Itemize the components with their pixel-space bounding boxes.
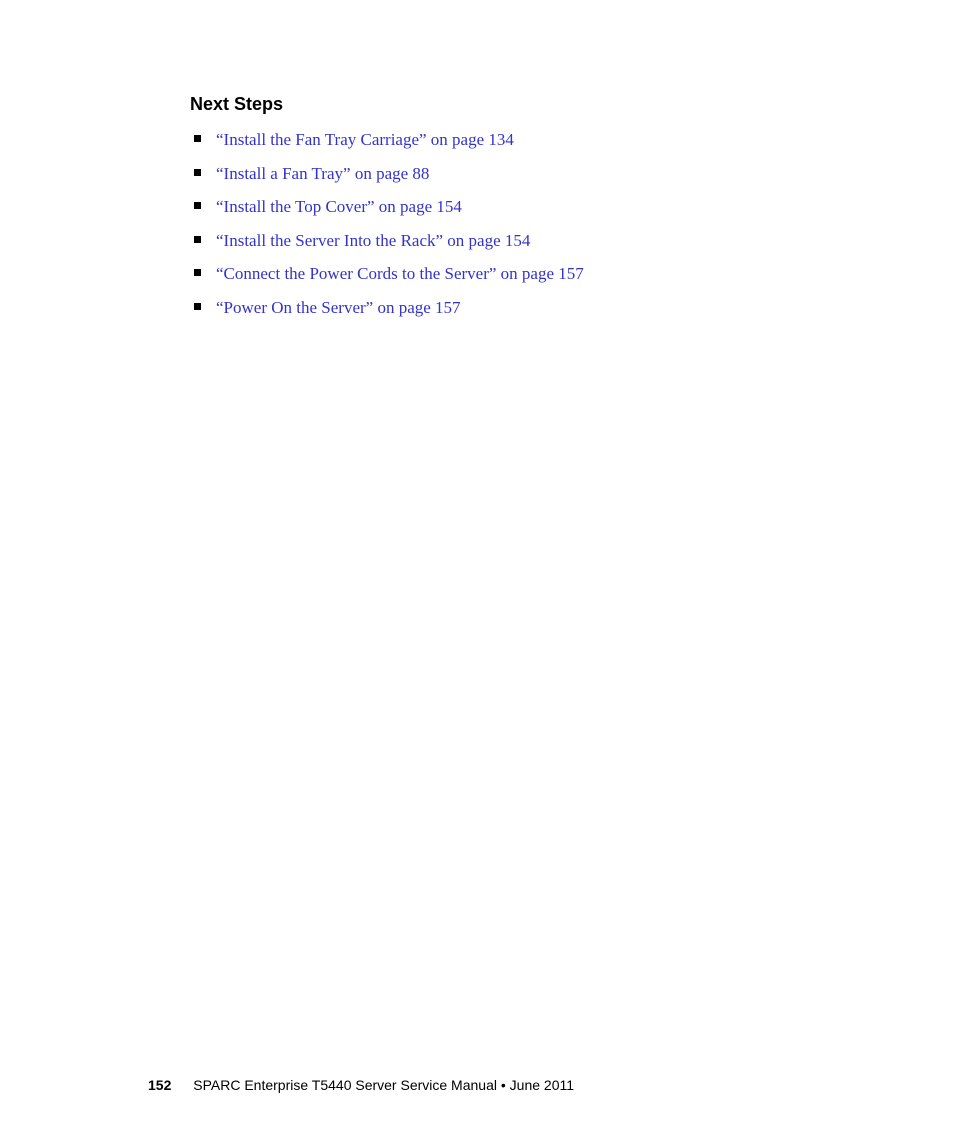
- next-steps-heading: Next Steps: [190, 94, 874, 115]
- page-number: 152: [148, 1077, 171, 1093]
- cross-reference-link[interactable]: “Install the Fan Tray Carriage” on page …: [216, 130, 514, 149]
- list-item: “Power On the Server” on page 157: [190, 295, 874, 321]
- next-steps-list: “Install the Fan Tray Carriage” on page …: [190, 127, 874, 320]
- bullet-icon: [194, 236, 201, 243]
- bullet-icon: [194, 202, 201, 209]
- page-content: Next Steps “Install the Fan Tray Carriag…: [0, 0, 954, 320]
- list-item: “Install the Fan Tray Carriage” on page …: [190, 127, 874, 153]
- list-item: “Connect the Power Cords to the Server” …: [190, 261, 874, 287]
- list-item: “Install a Fan Tray” on page 88: [190, 161, 874, 187]
- list-item: “Install the Server Into the Rack” on pa…: [190, 228, 874, 254]
- cross-reference-link[interactable]: “Install the Server Into the Rack” on pa…: [216, 231, 530, 250]
- bullet-icon: [194, 169, 201, 176]
- bullet-icon: [194, 135, 201, 142]
- cross-reference-link[interactable]: “Install a Fan Tray” on page 88: [216, 164, 429, 183]
- cross-reference-link[interactable]: “Connect the Power Cords to the Server” …: [216, 264, 584, 283]
- bullet-icon: [194, 303, 201, 310]
- footer-title: SPARC Enterprise T5440 Server Service Ma…: [193, 1077, 574, 1093]
- page-footer: 152 SPARC Enterprise T5440 Server Servic…: [148, 1077, 574, 1093]
- cross-reference-link[interactable]: “Install the Top Cover” on page 154: [216, 197, 462, 216]
- bullet-icon: [194, 269, 201, 276]
- cross-reference-link[interactable]: “Power On the Server” on page 157: [216, 298, 461, 317]
- list-item: “Install the Top Cover” on page 154: [190, 194, 874, 220]
